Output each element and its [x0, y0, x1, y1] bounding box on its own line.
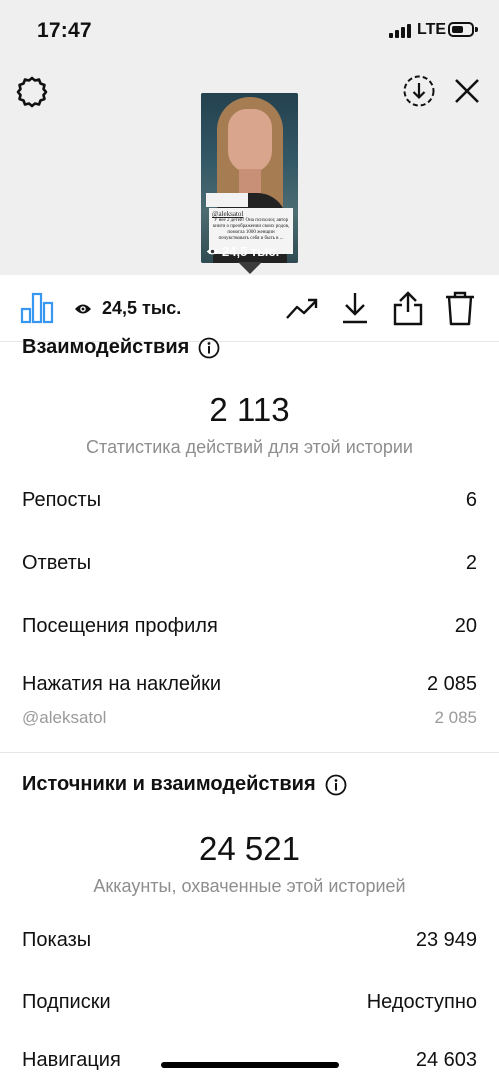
status-bar: 17:47 LTE	[0, 0, 499, 60]
signal-icon	[389, 24, 411, 38]
close-icon[interactable]	[452, 76, 482, 106]
interactions-title: Взаимодействия	[22, 336, 220, 359]
story-person-face	[228, 109, 272, 173]
stat-label: Показы	[22, 929, 92, 951]
settings-gear-icon[interactable]	[16, 76, 48, 108]
network-type: LTE	[417, 21, 447, 38]
stat-row-navigation: Навигация 24 603	[22, 1049, 477, 1072]
discovery-title-text: Источники и взаимодействия	[22, 773, 316, 795]
stat-row-sticker-handle: @aleksatol 2 085	[22, 708, 477, 728]
eye-icon	[206, 248, 219, 255]
story-small-note	[206, 193, 248, 207]
thumbnail-views: 24,5 тыс.	[206, 244, 279, 259]
interactions-total: 2 113	[209, 391, 290, 428]
stat-label: Ответы	[22, 552, 92, 574]
insights-bar-chart-icon[interactable]	[20, 292, 54, 324]
story-thumbnail[interactable]: @aleksatol У нее 2 детей! Она психолог, …	[201, 93, 298, 263]
status-time: 17:47	[37, 19, 92, 42]
stat-label: @aleksatol	[22, 708, 107, 727]
info-icon[interactable]	[325, 774, 347, 796]
views-count: 24,5 тыс.	[102, 298, 182, 318]
stat-value: 6	[465, 489, 477, 511]
interactions-title-text: Взаимодействия	[22, 336, 190, 358]
stat-row-profile-visits: Посещения профиля 20	[22, 615, 477, 638]
stat-value: 2	[465, 552, 477, 574]
stat-value: 24 603	[415, 1049, 477, 1071]
interactions-subtitle: Статистика действий для этой истории	[86, 437, 413, 457]
stat-row-replies: Ответы 2	[22, 552, 477, 575]
stat-row-follows: Подписки Недоступно	[22, 991, 477, 1014]
stat-value: 2 085	[426, 673, 477, 695]
stat-label: Репосты	[22, 489, 102, 511]
download-circle-icon[interactable]	[402, 74, 436, 108]
stat-row-impressions: Показы 23 949	[22, 929, 477, 952]
thumbnail-pointer	[238, 262, 262, 274]
discovery-total: 24 521	[199, 830, 300, 867]
eye-icon	[75, 304, 91, 313]
discovery-title: Источники и взаимодействия	[22, 773, 347, 796]
trash-icon[interactable]	[444, 290, 476, 326]
stat-value: 20	[454, 615, 477, 637]
home-indicator[interactable]	[161, 1062, 339, 1068]
section-divider	[0, 752, 499, 753]
stat-label: Нажатия на наклейки	[22, 673, 222, 695]
stat-row-reposts: Репосты 6	[22, 489, 477, 512]
share-icon[interactable]	[392, 290, 424, 326]
info-icon[interactable]	[198, 337, 220, 359]
discovery-subtitle: Аккаунты, охваченные этой историей	[93, 876, 406, 896]
views-summary: 24,5 тыс.	[74, 298, 181, 319]
story-sticker-handle: @aleksatol	[212, 210, 244, 218]
stat-label: Посещения профиля	[22, 615, 218, 637]
save-download-icon[interactable]	[340, 291, 370, 325]
trending-icon[interactable]	[285, 296, 319, 322]
stat-value: 23 949	[415, 929, 477, 951]
story-sticker-text: У нее 2 детей! Она психолог, автор книги…	[212, 218, 290, 241]
stat-value: 2 085	[434, 708, 477, 727]
stat-row-sticker-taps: Нажатия на наклейки 2 085	[22, 673, 477, 696]
stat-label: Навигация	[22, 1049, 121, 1071]
battery-icon	[448, 22, 478, 37]
stat-label: Подписки	[22, 991, 111, 1013]
thumbnail-views-count: 24,5 тыс.	[222, 244, 280, 259]
stat-value: Недоступно	[366, 991, 477, 1013]
